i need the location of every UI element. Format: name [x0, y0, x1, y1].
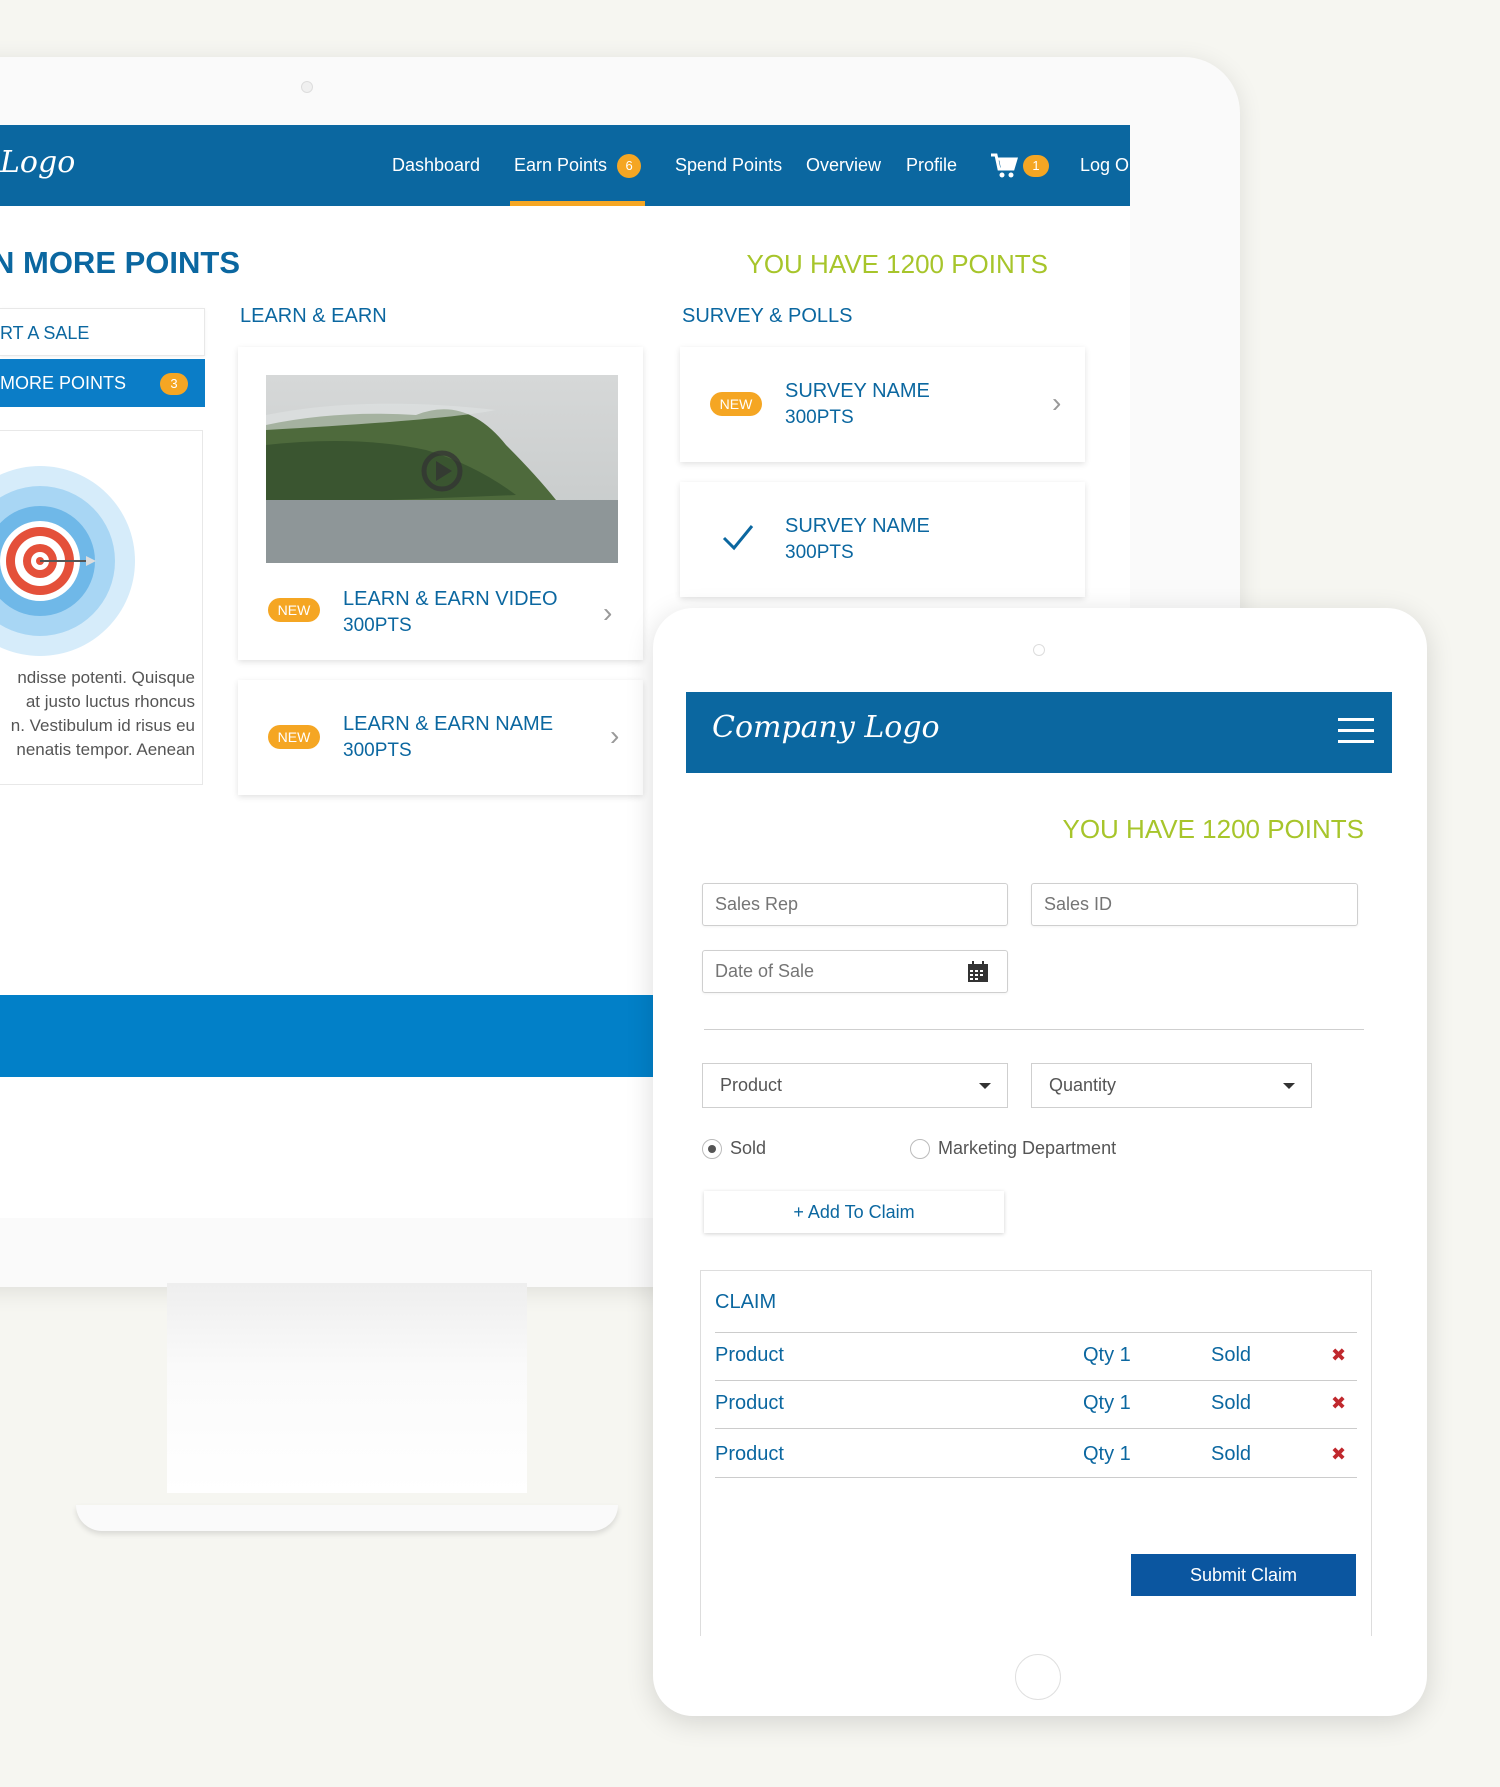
survey-card-done[interactable]: SURVEY NAME 300PTS	[680, 482, 1085, 597]
calendar-icon[interactable]	[967, 961, 989, 983]
new-badge: NEW	[268, 725, 320, 749]
product-select-value: Product	[720, 1075, 783, 1095]
tablet-camera	[1033, 644, 1045, 656]
chevron-right-icon: ›	[603, 597, 613, 628]
nav-spend-points[interactable]: Spend Points	[675, 125, 782, 206]
target-icon	[0, 466, 135, 656]
checkmark-icon	[722, 525, 754, 551]
sidebar-text-line: ndisse potenti. Quisque	[17, 668, 195, 687]
survey-points: 300PTS	[785, 407, 854, 428]
sidebar-earn-label: MORE POINTS	[0, 373, 127, 393]
form-divider	[704, 1029, 1364, 1030]
sales-rep-field[interactable]	[702, 883, 1008, 926]
learn-name-points: 300PTS	[343, 740, 412, 761]
points-balance: YOU HAVE 1200 POINTS	[746, 249, 1048, 279]
nav-earn-points[interactable]: Earn Points 6	[510, 125, 646, 206]
claim-row-product: Product	[715, 1344, 784, 1366]
radio-marketing[interactable]: Marketing Department	[910, 1138, 1117, 1160]
sidebar-text-line: nenatis tempor. Aenean	[16, 740, 195, 759]
hamburger-menu-icon[interactable]	[1338, 718, 1374, 746]
claim-row-status: Sold	[1211, 1392, 1252, 1414]
chevron-right-icon: ›	[1052, 387, 1062, 418]
submit-claim-button[interactable]: Submit Claim	[1131, 1554, 1356, 1596]
video-thumbnail[interactable]	[266, 375, 618, 563]
nav-overview[interactable]: Overview	[806, 125, 881, 206]
nav-dashboard[interactable]: Dashboard	[392, 125, 480, 206]
survey-card-new[interactable]: NEW SURVEY NAME 300PTS ›	[680, 347, 1085, 462]
claim-row-status: Sold	[1211, 1443, 1252, 1465]
nav-profile[interactable]: Profile	[906, 125, 957, 206]
claim-row: Product Qty 1 Sold ✖	[715, 1332, 1357, 1380]
chevron-down-icon	[1283, 1083, 1295, 1089]
sidebar-text-line: n. Vestibulum id risus eu	[10, 716, 195, 735]
learn-video-points: 300PTS	[343, 615, 412, 636]
learn-name-card[interactable]: NEW LEARN & EARN NAME 300PTS ›	[238, 680, 643, 795]
sidebar-earn-badge: 3	[160, 373, 189, 396]
sales-id-field[interactable]	[1031, 883, 1358, 926]
radio-sold-label: Sold	[730, 1138, 767, 1158]
cart-icon[interactable]	[990, 152, 1019, 185]
desktop-navbar: Logo Dashboard Earn Points 6 Spend Points…	[0, 125, 1130, 206]
tablet-screen: Company Logo YOU HAVE 1200 POINTS Produc…	[686, 692, 1392, 1636]
earn-points-badge: 6	[617, 154, 642, 179]
chevron-down-icon	[979, 1083, 991, 1089]
nav-earn-points-label: Earn Points	[514, 155, 608, 175]
claim-row-status: Sold	[1211, 1344, 1252, 1366]
tablet-home-button[interactable]	[1015, 1654, 1061, 1700]
desktop-logo[interactable]: Logo	[0, 145, 75, 180]
nav-logout[interactable]: Log Out	[1080, 125, 1130, 206]
sidebar-text-line: at justo luctus rhoncus	[25, 692, 195, 711]
claim-row: Product Qty 1 Sold ✖	[715, 1380, 1357, 1428]
quantity-select[interactable]: Quantity	[1031, 1063, 1312, 1108]
radio-selected-icon[interactable]	[702, 1139, 722, 1160]
sidebar-text: ndisse potenti. Quisque at justo luctus …	[0, 666, 195, 762]
claim-row-qty: Qty 1	[1083, 1344, 1131, 1366]
learn-earn-title: LEARN & EARN	[240, 305, 387, 327]
sales-rep-input[interactable]	[715, 894, 964, 915]
claim-row-qty: Qty 1	[1083, 1443, 1131, 1465]
date-of-sale-input[interactable]	[715, 961, 964, 982]
date-of-sale-field[interactable]	[702, 950, 1008, 993]
radio-sold[interactable]: Sold	[702, 1138, 767, 1160]
survey-title: SURVEY NAME	[785, 515, 930, 537]
product-select[interactable]: Product	[702, 1063, 1008, 1108]
remove-icon[interactable]: ✖	[1331, 1345, 1346, 1366]
claim-row-product: Product	[715, 1443, 784, 1465]
claim-row-qty: Qty 1	[1083, 1392, 1131, 1414]
quantity-select-value: Quantity	[1049, 1075, 1117, 1095]
learn-name-title: LEARN & EARN NAME	[343, 713, 554, 735]
tablet-logo[interactable]: Company Logo	[712, 710, 940, 745]
tablet-navbar: Company Logo	[686, 692, 1392, 773]
remove-icon[interactable]: ✖	[1331, 1393, 1346, 1414]
monitor-camera	[301, 81, 313, 93]
radio-marketing-label: Marketing Department	[938, 1138, 1117, 1158]
new-badge: NEW	[268, 598, 320, 622]
monitor-stand	[167, 1283, 527, 1493]
claim-row-product: Product	[715, 1392, 784, 1414]
survey-points: 300PTS	[785, 542, 854, 563]
claim-title: CLAIM	[715, 1291, 777, 1313]
tablet-points-balance: YOU HAVE 1200 POINTS	[1062, 814, 1364, 844]
sales-id-input[interactable]	[1044, 894, 1311, 915]
survey-polls-title: SURVEY & POLLS	[682, 305, 853, 327]
tablet-device: Company Logo YOU HAVE 1200 POINTS Produc…	[653, 608, 1427, 1716]
page-title: N MORE POINTS	[0, 245, 241, 280]
claim-row: Product Qty 1 Sold ✖	[715, 1428, 1357, 1478]
remove-icon[interactable]: ✖	[1331, 1444, 1346, 1465]
new-badge: NEW	[710, 392, 762, 416]
chevron-right-icon: ›	[610, 720, 620, 751]
cart-badge: 1	[1023, 155, 1049, 177]
learn-video-title: LEARN & EARN VIDEO	[343, 588, 558, 610]
add-to-claim-button[interactable]: + Add To Claim	[704, 1191, 1004, 1233]
radio-unselected-icon[interactable]	[910, 1139, 930, 1160]
sidebar-tab-earn-points[interactable]: MORE POINTS 3	[0, 359, 205, 407]
sidebar-tab-report-sale[interactable]: RT A SALE	[0, 308, 205, 356]
survey-title: SURVEY NAME	[785, 380, 930, 402]
monitor-stand-base	[76, 1505, 618, 1531]
learn-video-card[interactable]: NEW LEARN & EARN VIDEO 300PTS ›	[238, 347, 643, 660]
sidebar-info-card: ndisse potenti. Quisque at justo luctus …	[0, 430, 203, 785]
